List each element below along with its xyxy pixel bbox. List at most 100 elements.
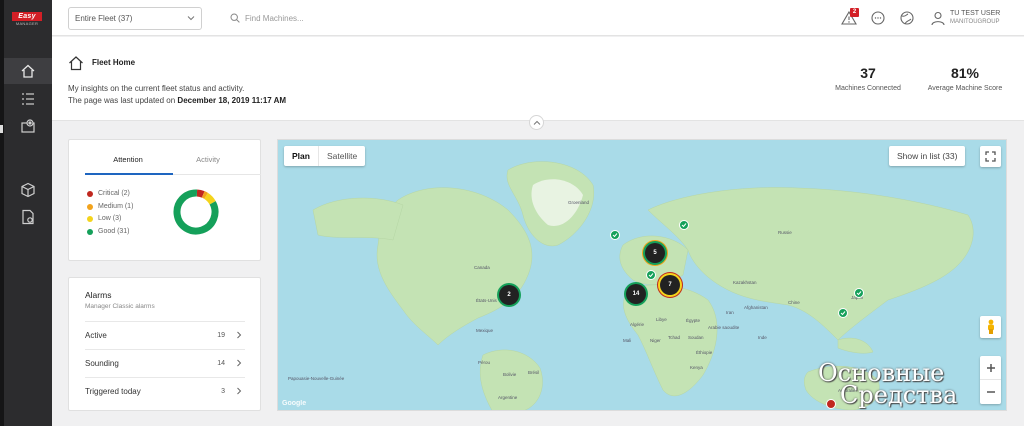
tab-activity[interactable]: Activity <box>165 155 251 164</box>
kpi-label: Average Machine Score <box>927 85 1003 92</box>
machine-cluster[interactable]: 14 <box>626 284 646 304</box>
map-label: Russie <box>778 230 792 235</box>
search-input[interactable]: Find Machines... <box>230 11 410 25</box>
alarm-row-sounding[interactable]: Sounding 14 <box>85 349 245 377</box>
user-menu[interactable]: TU TEST USER MANITOUGROUP <box>950 10 1000 26</box>
map-label: Iran <box>726 310 734 315</box>
legend-label: Medium (1) <box>98 202 134 210</box>
map-type-satellite[interactable]: Satellite <box>319 146 365 166</box>
nav-reports[interactable] <box>4 204 52 230</box>
map-label: Papouasie-Nouvelle-Guinée <box>288 376 345 381</box>
legend-low: Low (3) <box>87 213 133 226</box>
machine-cluster[interactable]: 2 <box>499 285 519 305</box>
map-label: Canada <box>474 265 490 270</box>
alarm-label: Active <box>85 331 107 340</box>
map-label: États-Unis <box>476 298 497 303</box>
user-name: TU TEST USER <box>950 10 1001 17</box>
nav-home[interactable] <box>4 58 52 84</box>
legend-label: Critical (2) <box>98 190 130 197</box>
alarm-count: 3 <box>221 388 225 395</box>
search-icon <box>230 13 240 23</box>
fleet-select[interactable]: Entire Fleet (37) <box>68 7 202 30</box>
map-label: Kenya <box>690 365 703 370</box>
kpi-value: 81% <box>950 65 980 81</box>
page-title: Fleet Home <box>92 58 136 67</box>
chevron-right-icon <box>237 387 242 395</box>
rail-indicator <box>0 125 3 133</box>
machine-marker[interactable] <box>854 288 864 298</box>
map-label: Égypte <box>686 318 701 323</box>
alarm-row-active[interactable]: Active 19 <box>85 321 245 349</box>
map-label: Mexique <box>476 328 494 333</box>
street-view-button[interactable] <box>980 316 1001 338</box>
alarm-count: 19 <box>217 332 225 339</box>
cube-icon <box>21 182 35 198</box>
map-label: Brésil <box>528 370 540 375</box>
legend-label: Low (3) <box>98 215 122 222</box>
donut-segment-critical <box>196 189 205 198</box>
user-icon[interactable] <box>930 10 946 26</box>
alarms-title: Alarms <box>85 290 112 300</box>
active-tab-indicator <box>85 173 173 175</box>
nav-list[interactable] <box>4 86 52 112</box>
alarms-subtitle: Manager Classic alarms <box>85 303 155 310</box>
alarm-row-triggered-today[interactable]: Triggered today 3 <box>85 377 245 405</box>
critical-dot <box>87 191 93 198</box>
machine-cluster[interactable]: 7 <box>660 275 680 295</box>
kpi-value: 37 <box>860 65 876 81</box>
chat-icon[interactable] <box>870 10 886 26</box>
map-label: Chine <box>788 300 800 305</box>
check-icon <box>856 291 862 296</box>
machine-cluster[interactable]: 5 <box>645 243 665 263</box>
legend-good: Good (31) <box>87 226 133 239</box>
fullscreen-button[interactable] <box>980 146 1001 167</box>
fullscreen-icon <box>985 151 996 162</box>
machine-marker[interactable] <box>646 270 656 280</box>
map-type-toggle: Plan Satellite <box>284 146 366 166</box>
map-label: Tchad <box>668 335 681 340</box>
donut-segment-low <box>204 192 216 205</box>
insight-prefix: The page was last updated on <box>68 96 178 105</box>
show-in-list-button[interactable]: Show in list (33) <box>889 146 966 166</box>
home-icon <box>21 64 35 78</box>
top-bar: Entire Fleet (37) Find Machines... 2 TU … <box>52 0 1024 36</box>
check-icon <box>840 311 846 316</box>
map-type-plan[interactable]: Plan <box>284 146 319 166</box>
nav-machines[interactable] <box>4 177 52 203</box>
check-icon <box>648 273 654 278</box>
logo-sub: MANAGER <box>15 21 39 26</box>
notification-badge: 2 <box>850 8 859 17</box>
check-icon <box>612 233 618 238</box>
donut-segment-medium <box>201 191 208 199</box>
machine-marker[interactable] <box>838 308 848 318</box>
map-label: Arabie saoudite <box>708 325 740 330</box>
machine-marker[interactable] <box>610 230 620 240</box>
app-logo[interactable]: Easy MANAGER <box>12 12 42 30</box>
insight-line-1: My insights on the current fleet status … <box>68 84 245 93</box>
good-dot <box>87 228 93 235</box>
globe-icon[interactable] <box>899 10 915 26</box>
check-icon <box>681 223 687 228</box>
tab-attention[interactable]: Attention <box>85 155 171 164</box>
last-updated-date: December 18, 2019 11:17 AM <box>177 96 287 105</box>
kpi-label: Machines Connected <box>835 85 901 92</box>
page-header: Fleet Home My insights on the current fl… <box>52 37 1024 121</box>
nav-map[interactable] <box>4 113 52 139</box>
map-label: Inde <box>758 335 767 340</box>
kpi-average-score: 81% Average Machine Score <box>918 65 1012 92</box>
map-label: Éthiopie <box>696 350 713 355</box>
alarms-card: Alarms Manager Classic alarms Active 19 … <box>68 277 261 411</box>
watermark-line-2: Средства <box>840 381 958 409</box>
alarm-label: Sounding <box>85 359 119 368</box>
collapse-header-button[interactable] <box>529 115 544 130</box>
machine-marker[interactable] <box>679 220 689 230</box>
insight-line-2: The page was last updated on December 18… <box>68 95 286 107</box>
map-label: Argentine <box>498 395 518 400</box>
list-icon <box>22 93 34 105</box>
map-label: Pérou <box>478 360 491 365</box>
document-settings-icon <box>22 209 34 225</box>
status-legend: Critical (2) Medium (1) Low (3) Good (31… <box>87 188 133 238</box>
chevron-up-icon <box>533 120 540 125</box>
map-label: Niger <box>650 338 661 343</box>
machine-status-card: Attention Activity Critical (2) Medium (… <box>68 139 261 261</box>
